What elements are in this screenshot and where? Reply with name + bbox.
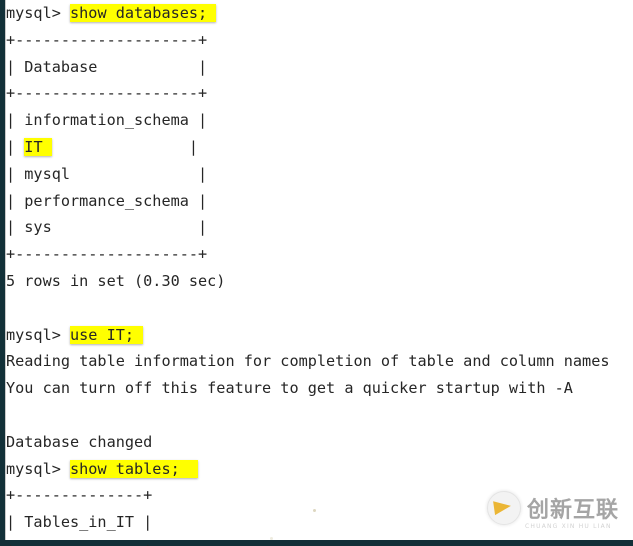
output-text: | performance_schema | (6, 191, 208, 210)
terminal-output-line: Reading table information for completion… (6, 348, 633, 375)
terminal-output-line: Database changed (6, 429, 633, 456)
row-prefix: | (6, 137, 25, 156)
terminal-output-line: 5 rows in set (0.30 sec) (6, 268, 633, 295)
output-text: Database changed (6, 432, 153, 451)
terminal-output-line: +--------------------+ (6, 27, 633, 54)
terminal-output-line: +--------------------+ (6, 80, 633, 107)
check-mark-circle-logo-icon (487, 491, 521, 525)
output-text: 5 rows in set (0.30 sec) (6, 271, 226, 290)
output-text: You can turn off this feature to get a q… (6, 379, 573, 398)
output-text: | information_schema | (6, 111, 208, 130)
terminal-prompt-line: mysql> use IT; (6, 322, 633, 349)
terminal-prompt-line: mysql> show tables; (6, 456, 633, 483)
terminal-output[interactable]: mysql> show databases; +----------------… (6, 0, 633, 546)
output-text: | mysql | (6, 164, 208, 183)
highlighted-cell[interactable]: IT (24, 137, 52, 156)
highlighted-command[interactable]: show databases; (70, 4, 217, 22)
terminal-table-row: | IT | (6, 134, 633, 161)
terminal-prompt-line: mysql> show databases; (6, 0, 633, 27)
terminal-output-line: +--------------------+ (6, 241, 633, 268)
prompt-label: mysql> (6, 459, 71, 478)
output-text: +--------------------+ (6, 84, 208, 103)
watermark-text: 创新互联 (527, 498, 620, 523)
output-text: +--------------+ (6, 540, 152, 546)
output-text: Reading table information for completion… (6, 352, 610, 371)
terminal-output-line: | Database | (6, 54, 633, 81)
prompt-label: mysql> (6, 325, 71, 344)
output-text: +--------------------+ (6, 245, 208, 264)
prompt-label: mysql> (6, 4, 71, 22)
output-text: +--------------+ (6, 486, 153, 505)
highlighted-command[interactable]: use IT; (70, 325, 144, 344)
highlighted-command[interactable]: show tables; (70, 459, 199, 478)
terminal-window: mysql> show databases; +----------------… (0, 0, 633, 546)
watermark: 创新互联 CHUANG XIN HU LIAN (487, 484, 627, 532)
terminal-output-line: +--------------+ (6, 536, 633, 546)
output-text: | sys | (6, 218, 208, 237)
output-text: | Tables_in_IT | (6, 513, 153, 532)
row-suffix: | (51, 137, 199, 156)
terminal-output-line: | performance_schema | (6, 188, 633, 215)
terminal-output-line: You can turn off this feature to get a q… (6, 375, 633, 402)
terminal-output-line: | information_schema | (6, 107, 633, 134)
output-text: | Database | (6, 57, 208, 76)
terminal-output-line: | sys | (6, 214, 633, 241)
watermark-subtext: CHUANG XIN HU LIAN (525, 523, 612, 530)
terminal-output-line: | mysql | (6, 161, 633, 188)
output-text: +--------------------+ (6, 30, 208, 49)
